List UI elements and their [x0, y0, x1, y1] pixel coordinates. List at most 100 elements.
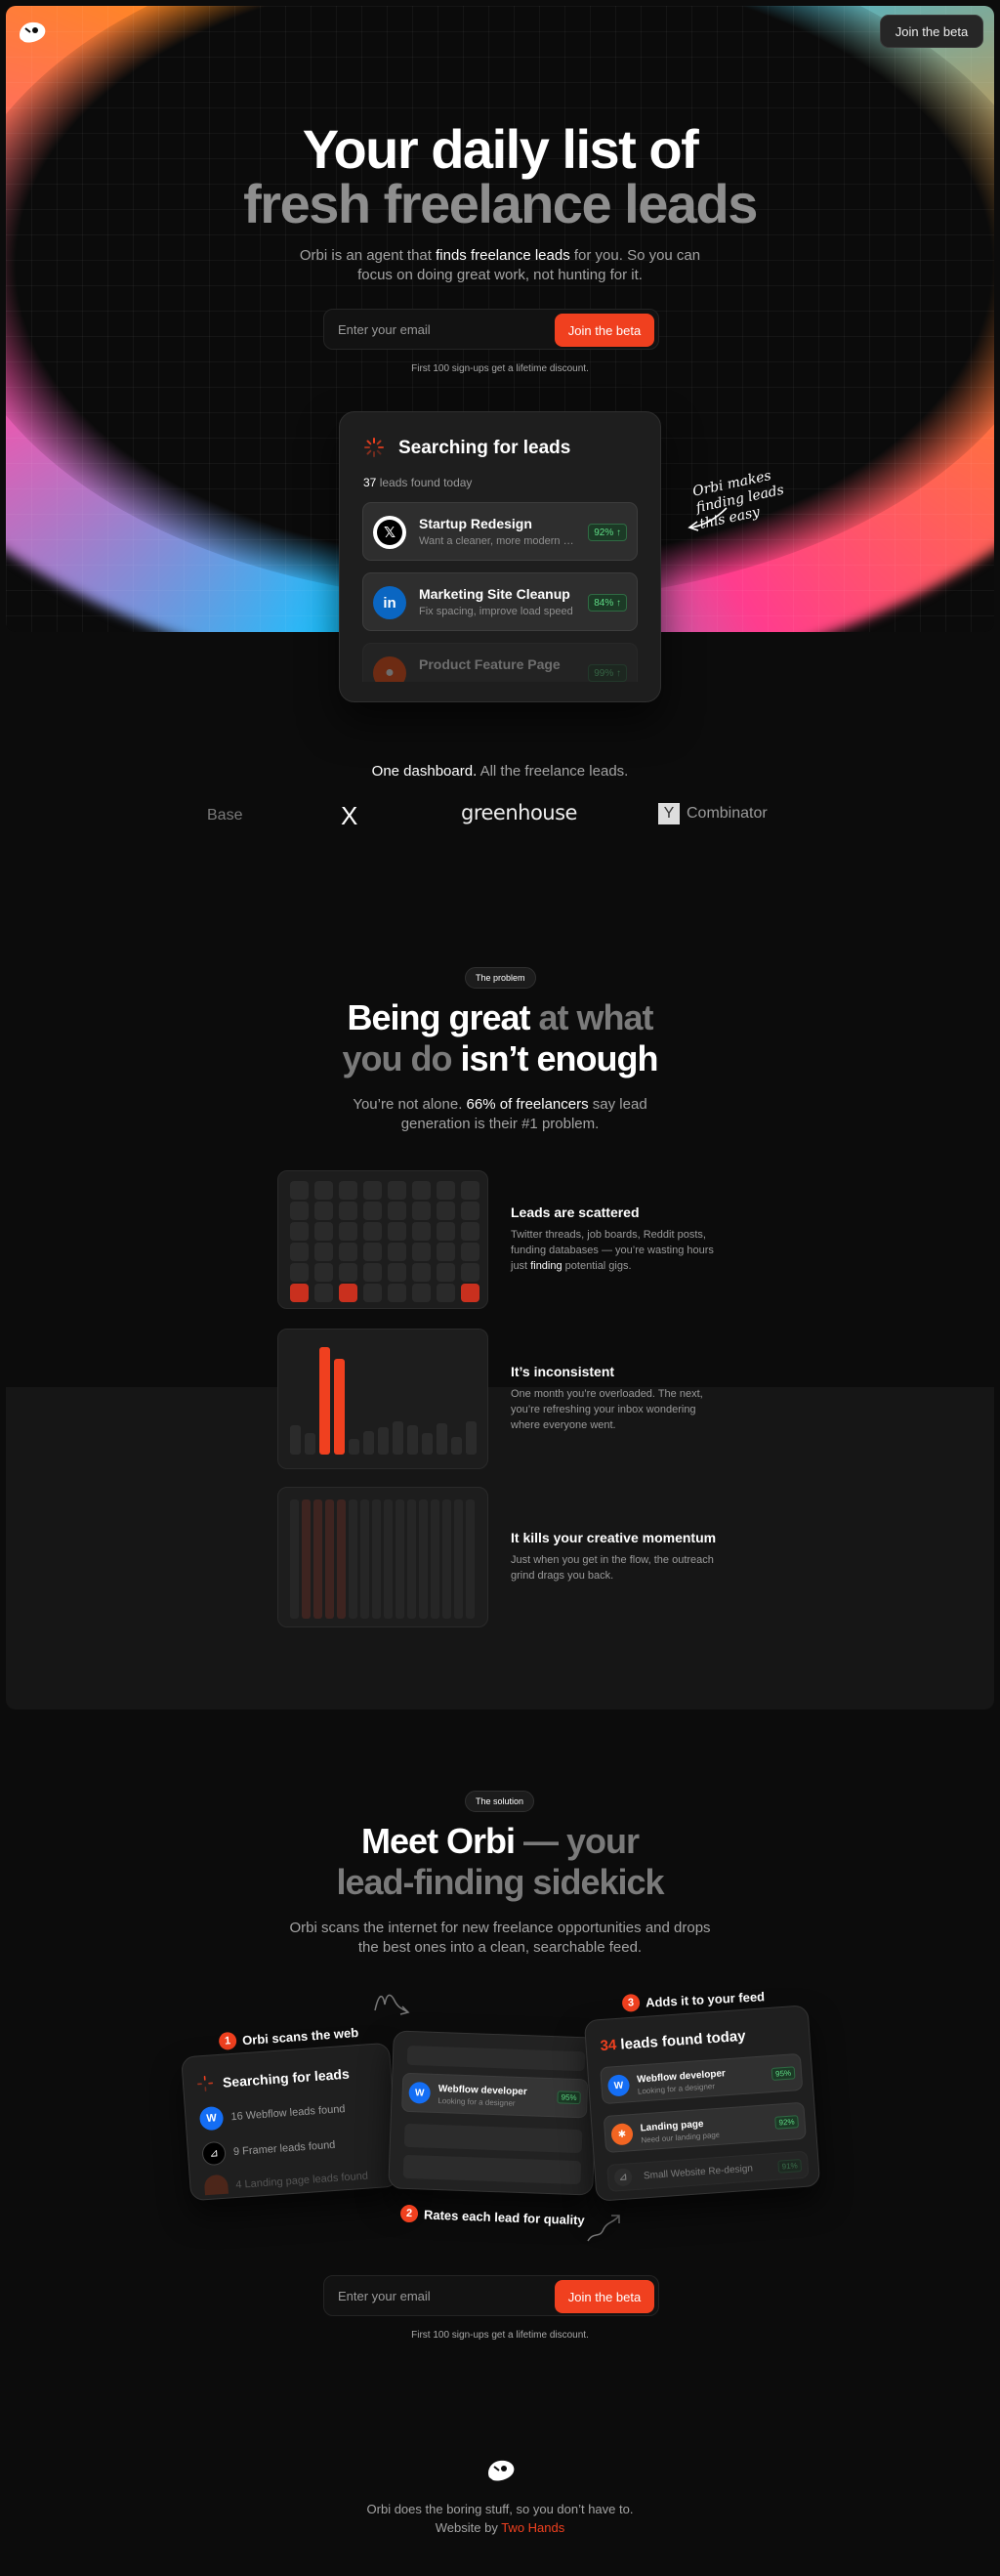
footer-tagline: Orbi does the boring stuff, so you don’t… — [366, 2502, 634, 2516]
solution-tag: The solution — [465, 1791, 535, 1812]
lead-title: Webflow developer — [438, 2084, 527, 2098]
lead-score-badge: 99% ↑ — [588, 664, 627, 682]
problem-title-line2: you do isn’t enough — [342, 1038, 659, 1078]
stripe — [396, 1499, 404, 1619]
grid-cell — [412, 1222, 431, 1241]
grid-cell — [314, 1222, 333, 1241]
grid-cell — [437, 1222, 455, 1241]
grid-cell — [388, 1222, 406, 1241]
lead-title: Startup Redesign — [419, 516, 532, 531]
email-input[interactable]: Enter your email — [338, 322, 431, 337]
grid-cell — [412, 1284, 431, 1302]
grid-cell — [388, 1181, 406, 1200]
problem-item-text: Twitter threads, job boards, Reddit post… — [511, 1229, 714, 1272]
hero-subtitle-line2: focus on doing great work, not hunting f… — [357, 267, 643, 283]
ycombinator-logo: Combinator — [687, 805, 768, 822]
grid-cell — [437, 1284, 455, 1302]
lead-score-badge: 91% — [777, 2159, 803, 2174]
bar — [334, 1359, 345, 1455]
grid-cell — [437, 1263, 455, 1282]
orbi-logo-icon[interactable] — [484, 2458, 518, 2483]
grid-cell — [388, 1263, 406, 1282]
grid-cell — [412, 1181, 431, 1200]
join-beta-header-button[interactable]: Join the beta — [880, 15, 983, 48]
grid-cell — [314, 1263, 333, 1282]
bar — [349, 1439, 359, 1455]
lead-title: Small Website Re-design — [643, 2163, 754, 2182]
problem-subtitle: You’re not alone. 66% of freelancers say… — [353, 1096, 647, 1113]
base-logo: Base — [207, 807, 243, 823]
join-beta-button[interactable]: Join the beta — [555, 314, 654, 347]
lead-score-badge: 95% — [557, 2090, 581, 2105]
lead-card[interactable]: 𝕏 Startup Redesign Want a cleaner, more … — [362, 502, 638, 561]
lead-card[interactable]: in Marketing Site Cleanup Fix spacing, i… — [362, 572, 638, 631]
lead-score-badge: 92% — [774, 2115, 799, 2130]
grid-cell — [290, 1263, 309, 1282]
lead-card[interactable]: ● Product Feature Page 99% ↑ — [362, 643, 638, 682]
problem-section-bg — [6, 1387, 994, 1710]
feed-lead-item[interactable]: ⊿ Small Website Re-design 91% — [606, 2150, 810, 2192]
search-leads-card: Searching for leads 37 leads found today… — [339, 411, 661, 702]
grid-cell — [461, 1243, 479, 1261]
spinner-icon — [364, 438, 384, 457]
stripe — [337, 1499, 346, 1619]
two-hands-link[interactable]: Two Hands — [501, 2520, 564, 2535]
stripe — [454, 1499, 463, 1619]
email-input[interactable]: Enter your email — [338, 2289, 431, 2303]
orbi-logo-icon[interactable] — [16, 20, 49, 45]
problem-item-title: It kills your creative momentum — [511, 1530, 717, 1545]
bar — [305, 1433, 315, 1455]
grid-cell — [290, 1284, 309, 1302]
grid-cell — [339, 1222, 357, 1241]
problem-item-text: One month you’re overloaded. The next, yo… — [511, 1388, 703, 1431]
partners-heading: One dashboard. All the freelance leads. — [371, 763, 629, 780]
grid-cell — [363, 1202, 382, 1220]
grid-cell — [290, 1243, 309, 1261]
grid-cell — [363, 1222, 382, 1241]
grid-cell — [339, 1202, 357, 1220]
stripe — [419, 1499, 428, 1619]
grid-cell — [314, 1243, 333, 1261]
lead-desc: Fix spacing, improve load speed — [419, 606, 573, 617]
landing-page-icon — [203, 2174, 229, 2196]
grid-cell — [412, 1263, 431, 1282]
linkedin-icon: in — [373, 586, 406, 619]
grid-cell — [461, 1202, 479, 1220]
grid-cell — [363, 1243, 382, 1261]
grid-cell — [363, 1284, 382, 1302]
spinner-icon — [197, 2075, 214, 2091]
solution-subtitle: Orbi scans the internet for new freelanc… — [289, 1920, 711, 1936]
lead-score-badge: 95% — [771, 2066, 796, 2081]
grid-cell — [461, 1222, 479, 1241]
stripe — [313, 1499, 322, 1619]
feed-lead-item[interactable]: W Webflow developer Looking for a design… — [600, 2052, 804, 2105]
stripe — [384, 1499, 393, 1619]
webflow-icon: W — [198, 2105, 225, 2132]
grid-cell — [339, 1181, 357, 1200]
grid-cell — [290, 1181, 309, 1200]
footer-credit: Website by Two Hands — [435, 2520, 565, 2535]
problem-title-line1: Being great at what — [347, 997, 653, 1037]
feed-lead-item[interactable]: ✱ Landing page Need our landing page liv… — [603, 2101, 807, 2154]
scan-row: 4 Landing page leads found — [234, 2170, 369, 2192]
solution-subtitle-line2: the best ones into a clean, searchable f… — [357, 1939, 643, 1956]
grid-cell — [461, 1263, 479, 1282]
x-logo-icon: 𝕏 — [373, 516, 406, 549]
grid-cell — [363, 1263, 382, 1282]
bar — [422, 1433, 433, 1455]
framer-icon: ⊿ — [201, 2140, 227, 2167]
grid-cell — [314, 1181, 333, 1200]
grid-cell — [363, 1181, 382, 1200]
step-2-label: 2 Rates each lead for quality — [399, 2204, 585, 2229]
squiggle-arrow-icon — [587, 2215, 620, 2242]
stripe — [360, 1499, 369, 1619]
stripe — [302, 1499, 311, 1619]
rate-lead-item[interactable]: W Webflow developer Looking for a design… — [400, 2072, 589, 2119]
arrow-icon — [688, 507, 728, 531]
stripe — [349, 1499, 357, 1619]
scattered-grid-visual — [277, 1170, 488, 1309]
join-beta-button[interactable]: Join the beta — [555, 2280, 654, 2313]
stripe — [372, 1499, 381, 1619]
problem-subtitle-line2: generation is their #1 problem. — [400, 1116, 600, 1132]
reddit-icon: ● — [373, 656, 406, 682]
